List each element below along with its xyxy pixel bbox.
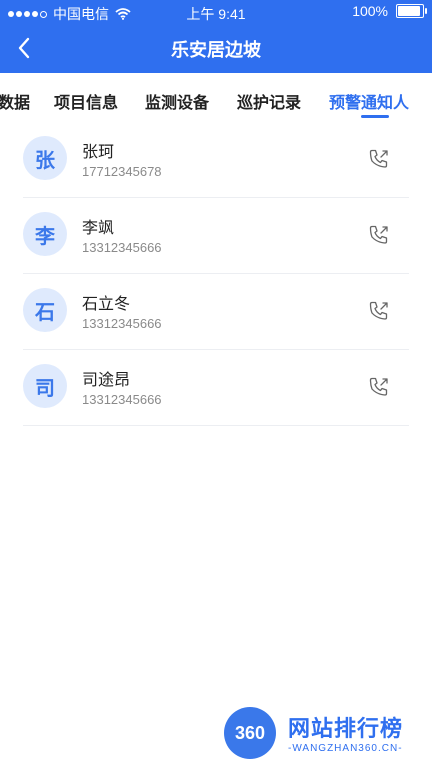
contact-row[interactable]: 李 李飒 13312345666 [23, 198, 409, 274]
contact-phone: 13312345666 [82, 392, 162, 407]
avatar: 张 [23, 136, 67, 180]
contact-name: 司途昂 [82, 372, 131, 389]
watermark-url: -WANGZHAN360.CN- [288, 743, 403, 754]
contact-phone: 13312345666 [82, 316, 162, 331]
battery-percentage: 100% [352, 3, 388, 19]
battery-icon [396, 4, 427, 18]
contact-row[interactable]: 张 张珂 17712345678 [23, 122, 409, 198]
avatar: 司 [23, 364, 67, 408]
top-bar: 中国电信 上午 9:41 100% 乐安居边坡 [0, 0, 432, 73]
call-icon[interactable] [367, 147, 391, 171]
tab-monitoring-devices[interactable]: 监测设备 [145, 89, 209, 113]
contact-list: 张 张珂 17712345678 李 李飒 13312345666 石 石立冬 … [0, 122, 432, 426]
contact-name: 李飒 [82, 220, 115, 237]
contact-name: 张珂 [82, 144, 115, 161]
page-title: 乐安居边坡 [171, 40, 261, 60]
battery-fill [398, 6, 420, 16]
call-icon[interactable] [367, 299, 391, 323]
avatar: 石 [23, 288, 67, 332]
contact-name: 石立冬 [82, 296, 131, 313]
contact-row[interactable]: 石 石立冬 13312345666 [23, 274, 409, 350]
call-icon[interactable] [367, 223, 391, 247]
navigation-bar: 乐安居边坡 [0, 24, 432, 73]
contact-row[interactable]: 司 司途昂 13312345666 [23, 350, 409, 426]
tab-patrol-records[interactable]: 巡护记录 [237, 89, 301, 113]
status-right: 100% [352, 3, 427, 19]
tab-project-info[interactable]: 项目信息 [54, 89, 118, 113]
avatar: 李 [23, 212, 67, 256]
watermark-logo: 360 [224, 707, 276, 759]
status-bar: 中国电信 上午 9:41 100% [0, 0, 432, 24]
contact-phone: 17712345678 [82, 164, 162, 179]
contact-phone: 13312345666 [82, 240, 162, 255]
call-icon[interactable] [367, 375, 391, 399]
tab-bar: 数据 项目信息 监测设备 巡护记录 预警通知人 [0, 73, 432, 125]
watermark-name: 网站排行榜 [288, 716, 404, 741]
tab-data[interactable]: 数据 [0, 89, 30, 113]
watermark: 360 网站排行榜 -WANGZHAN360.CN- [222, 703, 428, 765]
tab-alert-contacts[interactable]: 预警通知人 [329, 89, 409, 113]
active-tab-indicator [361, 115, 389, 118]
